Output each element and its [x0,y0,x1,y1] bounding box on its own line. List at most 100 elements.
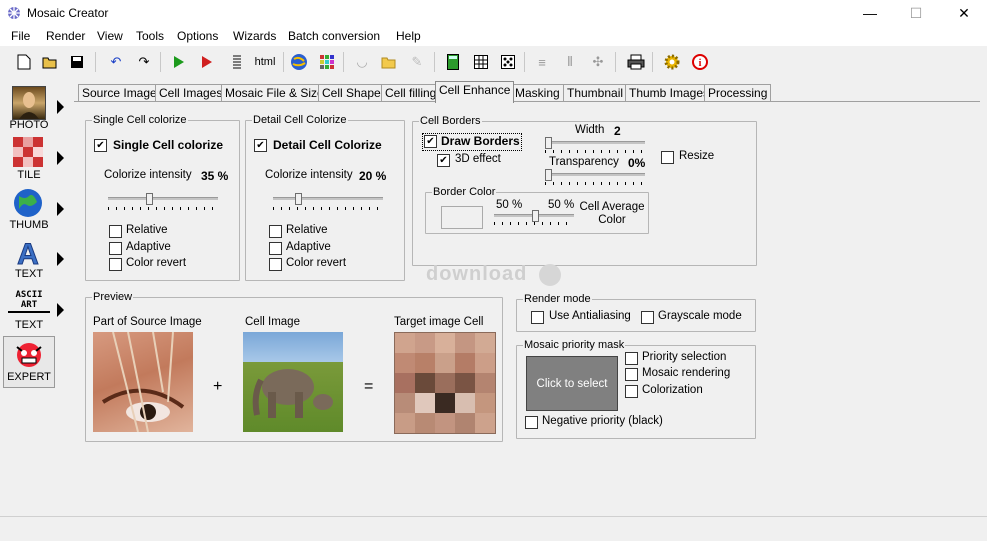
tab-masking[interactable]: Masking [511,84,564,102]
slider-thumb[interactable] [295,193,302,205]
new-file-icon[interactable] [13,51,35,73]
relative-checkbox[interactable] [109,225,122,238]
3d-effect-checkbox[interactable]: ✔ [437,154,450,167]
menu-options[interactable]: Options [177,29,218,43]
preview-group: Preview Part of Source Image Cell Image … [85,291,503,442]
color-mix-slider[interactable] [494,209,574,225]
align-icon[interactable]: ≡ [531,51,553,73]
slider-ticks [108,207,218,210]
slider-thumb[interactable] [532,210,539,222]
info-icon[interactable]: i [689,51,711,73]
expand-arrow-icon[interactable] [57,303,64,317]
tab-processing[interactable]: Processing [704,84,772,102]
tab-cell-filling[interactable]: Cell filling [381,84,441,102]
cell-image-elephant [243,332,343,432]
distribute-icon[interactable]: ✣ [587,51,609,73]
mosaic-rendering-checkbox[interactable] [625,368,638,381]
antialiasing-checkbox[interactable] [531,311,544,324]
close-button[interactable]: ✕ [941,0,987,26]
sidebar-label: TEXT [14,319,44,331]
divider [8,311,50,313]
sidebar-item-photo[interactable]: PHOTO [6,86,52,131]
tab-thumb-images[interactable]: Thumb Images [625,84,714,102]
play-red-icon[interactable] [196,51,218,73]
sidebar-item-tile[interactable]: TILE [6,136,52,182]
menu-wizards[interactable]: Wizards [233,29,276,43]
sidebar-item-text[interactable]: A TEXT [6,237,52,283]
open-folder-icon[interactable] [39,51,61,73]
expand-arrow-icon[interactable] [57,202,64,216]
expand-arrow-icon[interactable] [57,100,64,114]
sidebar-item-thumb[interactable]: THUMB [6,187,52,233]
3d-effect-label: 3D effect [455,153,501,165]
intensity-value: 20 % [359,169,387,183]
negative-priority-checkbox[interactable] [525,416,538,429]
slider-ticks [545,150,645,153]
grid-colors-icon[interactable] [316,51,338,73]
slider-thumb[interactable] [146,193,153,205]
cup-icon[interactable]: ◡ [351,51,373,73]
settings-gear-icon[interactable] [661,51,683,73]
tools-icon[interactable]: ✎ [406,51,428,73]
menu-render[interactable]: Render [46,29,85,43]
slider-ticks [494,222,574,225]
adaptive-checkbox[interactable] [109,242,122,255]
redo-icon[interactable]: ↷ [133,51,155,73]
html-export-button[interactable]: html [252,51,278,73]
columns-icon[interactable]: ⦀ [559,51,581,73]
app-icon[interactable] [6,5,22,21]
save-icon[interactable] [66,51,88,73]
priority-selection-checkbox[interactable] [625,352,638,365]
minimize-button[interactable]: — [847,0,893,26]
color-revert-checkbox[interactable] [269,258,282,271]
printer-icon[interactable] [625,51,647,73]
group-title: Render mode [523,293,592,305]
sidebar-label: PHOTO [9,119,49,131]
tab-cell-shape[interactable]: Cell Shape [318,84,385,102]
globe-icon[interactable] [288,51,310,73]
tab-cell-enhance[interactable]: Cell Enhance [435,81,515,103]
grayscale-checkbox[interactable] [641,311,654,324]
colorization-checkbox[interactable] [625,385,638,398]
tab-cell-images[interactable]: Cell Images [155,84,227,102]
group-title: Detail Cell Colorize [252,114,348,126]
maximize-button[interactable]: ☐ [893,0,939,26]
menu-view[interactable]: View [97,29,123,43]
menu-help[interactable]: Help [396,29,421,43]
draw-borders-checkbox[interactable]: ✔ [424,135,437,148]
priority-mask-select-button[interactable]: Click to select [526,356,618,411]
intensity-slider[interactable] [108,191,218,213]
slider-thumb[interactable] [545,169,552,181]
adaptive-checkbox[interactable] [269,242,282,255]
width-slider[interactable] [545,136,645,154]
border-color-swatch[interactable] [441,206,483,229]
expand-arrow-icon[interactable] [57,252,64,266]
tab-thumbnail[interactable]: Thumbnail [563,84,628,102]
svg-text:i: i [699,58,702,69]
color-revert-checkbox[interactable] [109,258,122,271]
calculator-icon[interactable] [442,51,464,73]
dice-icon[interactable] [497,51,519,73]
single-colorize-checkbox[interactable]: ✔ [94,139,107,152]
intensity-label: Colorize intensity [265,169,353,181]
play-green-icon[interactable] [168,51,190,73]
transparency-slider[interactable] [545,168,645,186]
cell-average-line: Color [598,214,626,226]
intensity-slider[interactable] [273,191,383,213]
tab-mosaic-file-size[interactable]: Mosaic File & Size [221,84,328,102]
sidebar-item-ascii-art[interactable]: ASCII ART TEXT [6,290,52,336]
slider-thumb[interactable] [545,137,552,149]
menu-batch-conversion[interactable]: Batch conversion [288,29,380,43]
undo-icon[interactable]: ↶ [105,51,127,73]
menu-file[interactable]: File [11,29,30,43]
relative-checkbox[interactable] [269,225,282,238]
list-icon[interactable] [226,51,248,73]
sidebar-item-expert[interactable]: EXPERT [3,336,55,388]
menu-tools[interactable]: Tools [136,29,164,43]
grid-icon[interactable] [470,51,492,73]
tab-source-image[interactable]: Source Image [78,84,161,102]
expand-arrow-icon[interactable] [57,151,64,165]
detail-colorize-checkbox[interactable]: ✔ [254,139,267,152]
folder-star-icon[interactable] [378,51,400,73]
resize-checkbox[interactable] [661,151,674,164]
